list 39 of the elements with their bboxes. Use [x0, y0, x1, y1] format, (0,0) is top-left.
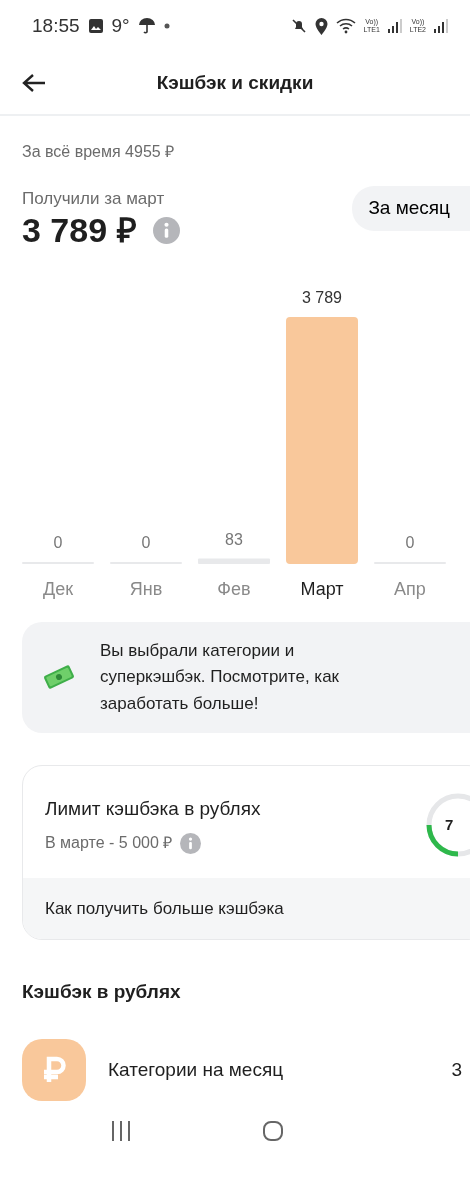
month-label[interactable]: Фев [217, 578, 251, 599]
value-label: 0 [53, 533, 63, 551]
info-banner[interactable]: Вы выбрали категории и суперкэшбэк. Посмотрите, как заработать больше! [22, 621, 470, 733]
recent-apps-icon[interactable] [110, 1119, 132, 1142]
location-icon [314, 17, 328, 35]
cashback-amount: 3 789 ₽ [22, 211, 137, 249]
ring-value: 7 [445, 814, 454, 835]
back-arrow-icon[interactable] [22, 73, 46, 93]
image-icon [87, 18, 104, 34]
home-icon[interactable] [262, 1119, 284, 1142]
period-label: Получили за март [22, 189, 165, 208]
value-label: 3 789 [302, 288, 342, 306]
value-label: 0 [141, 533, 151, 551]
signal-icon [434, 19, 448, 33]
wifi-icon [335, 18, 356, 34]
period-button[interactable]: За месяц [352, 186, 470, 231]
value-label: 0 [405, 533, 415, 551]
bar[interactable] [286, 316, 358, 564]
clock-time: 18:55 [32, 13, 80, 38]
limit-title: Лимит кэшбэка в рублях [45, 797, 261, 819]
info-icon[interactable] [152, 216, 180, 244]
mute-icon [290, 18, 307, 34]
info-icon[interactable] [180, 832, 202, 854]
category-label[interactable]: Категории на месяц [108, 1055, 452, 1085]
section-title: Кэшбэк в рублях [22, 981, 181, 1003]
category-value: 3 [451, 1057, 462, 1082]
umbrella-icon [137, 17, 156, 35]
dot-icon [163, 23, 170, 29]
more-cashback-link[interactable]: Как получить больше кэшбэка [45, 898, 284, 918]
ruble-icon [22, 1038, 86, 1101]
page-title: Кэшбэк и скидки [156, 71, 314, 93]
all-time-total: За всё время 4955 ₽ [22, 143, 175, 160]
signal-icon [387, 19, 402, 33]
temperature: 9° [111, 13, 130, 38]
month-label[interactable]: Март [300, 578, 344, 599]
banner-text: Вы выбрали категории и суперкэшбэк. Посмотрите, как заработать больше! [100, 639, 341, 715]
limit-subtitle: В марте - 5 000 ₽ [45, 833, 173, 854]
value-label: 83 [225, 530, 243, 548]
limit-card[interactable]: Лимит кэшбэка в рублях В марте - 5 000 ₽ 7 Как получить больше кэшбэка [22, 764, 470, 941]
